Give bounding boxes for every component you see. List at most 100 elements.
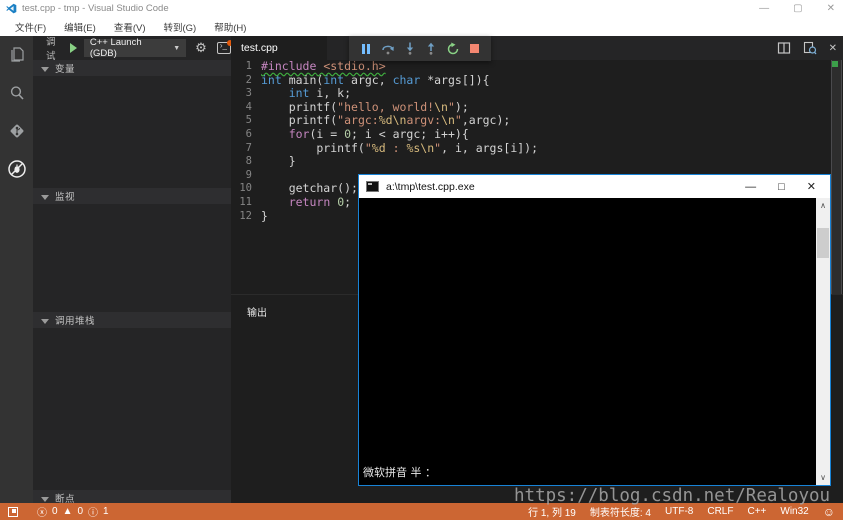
minimize-button[interactable]: —	[759, 3, 769, 14]
code-line[interactable]: 3 int i, k;	[231, 87, 843, 101]
scroll-down-icon[interactable]: ∨	[816, 470, 830, 485]
error-count[interactable]: 0	[52, 506, 58, 517]
tab-label: test.cpp	[241, 42, 278, 54]
code-line[interactable]: 8 }	[231, 155, 843, 169]
start-debug-icon[interactable]	[70, 43, 77, 53]
code-line[interactable]: 2int main(int argc, char *args[]){	[231, 74, 843, 88]
info-icon[interactable]: ⓘ	[88, 504, 98, 519]
status-item[interactable]: C++	[747, 506, 766, 517]
section-header-watch[interactable]: 监视	[33, 188, 231, 204]
scrollbar-thumb[interactable]	[817, 228, 829, 258]
code-line[interactable]: 6 for(i = 0; i < argc; i++){	[231, 128, 843, 142]
line-number: 11	[231, 196, 261, 210]
code-line[interactable]: 4 printf("hello, world!\n");	[231, 101, 843, 115]
section-header-variables[interactable]: 变量	[33, 60, 231, 76]
close-editor-icon[interactable]: ✕	[829, 43, 837, 54]
stop-icon[interactable]	[469, 43, 480, 54]
code-line[interactable]: 7 printf("%d : %s\n", i, args[i]);	[231, 142, 843, 156]
line-number: 1	[231, 60, 261, 74]
line-content: #include <stdio.h>	[261, 60, 386, 74]
settings-gear-icon[interactable]: ⚙	[195, 40, 207, 56]
line-content: }	[261, 155, 296, 169]
step-over-icon[interactable]	[381, 42, 395, 55]
tab-output[interactable]: 输出	[247, 304, 267, 319]
status-item[interactable]: CRLF	[707, 506, 733, 517]
line-content: printf("%d : %s\n", i, args[i]);	[261, 142, 538, 156]
restart-icon[interactable]	[446, 42, 460, 56]
split-editor-icon[interactable]	[777, 41, 791, 55]
chevron-down-icon: ▼	[173, 45, 180, 52]
step-out-icon[interactable]	[425, 42, 437, 55]
status-item[interactable]: Win32	[780, 506, 808, 517]
twistie-icon	[41, 319, 49, 324]
tab-test-cpp[interactable]: test.cpp	[231, 36, 327, 60]
console-title: a:\tmp\test.cpp.exe	[386, 181, 475, 193]
status-item[interactable]: 行 1, 列 19	[528, 504, 576, 519]
console-title-bar[interactable]: a:\tmp\test.cpp.exe — □ ✕	[359, 175, 830, 198]
line-content: getchar();	[261, 182, 358, 196]
menu-item[interactable]: 帮助(H)	[205, 18, 255, 36]
line-number: 8	[231, 155, 261, 169]
maximize-button[interactable]: ▢	[793, 3, 802, 14]
console-minimize-button[interactable]: —	[745, 181, 756, 193]
menu-item[interactable]: 文件(F)	[6, 18, 55, 36]
debug-view-label: 调试	[46, 34, 64, 62]
code-line[interactable]: 5 printf("argc:%d\nargv:\n",argc);	[231, 114, 843, 128]
variables-body	[33, 76, 231, 188]
debug-icon[interactable]	[0, 150, 33, 188]
line-content: int main(int argc, char *args[]){	[261, 74, 490, 88]
step-into-icon[interactable]	[404, 42, 416, 55]
feedback-smiley-icon[interactable]: ☺	[823, 505, 835, 519]
callstack-body	[33, 328, 231, 490]
cmd-window-icon	[366, 181, 379, 192]
twistie-icon	[41, 67, 49, 72]
editor-scrollbar[interactable]	[831, 60, 842, 294]
error-icon[interactable]: ⓧ	[37, 504, 47, 519]
section-header-callstack[interactable]: 调用堆栈	[33, 312, 231, 328]
code-line[interactable]: 1#include <stdio.h>	[231, 60, 843, 74]
info-count[interactable]: 1	[103, 506, 109, 517]
debug-sidebar: 调试 C++ Launch (GDB) ▼ ⚙ 变量 监视 调用堆栈 断点	[33, 36, 231, 503]
menu-item[interactable]: 查看(V)	[105, 18, 155, 36]
line-content: int i, k;	[261, 87, 351, 101]
activity-bar	[0, 36, 33, 503]
console-body[interactable]: 微软拼音 半 ： ∧ ∨	[359, 198, 830, 485]
line-content: for(i = 0; i < argc; i++){	[261, 128, 469, 142]
search-icon[interactable]	[0, 74, 33, 112]
section-label: 变量	[55, 61, 75, 75]
close-button[interactable]: ✕	[827, 3, 835, 14]
line-number: 3	[231, 87, 261, 101]
line-number: 4	[231, 101, 261, 115]
vscode-logo-icon	[6, 3, 17, 14]
warning-count[interactable]: 0	[77, 506, 83, 517]
status-item[interactable]: UTF-8	[665, 506, 693, 517]
menu-bar-items: 文件(F)编辑(E)查看(V)转到(G)帮助(H)	[6, 18, 255, 36]
watermark-text: https://blog.csdn.net/Realoyou	[514, 486, 830, 506]
section-label: 监视	[55, 189, 75, 203]
debug-configuration-select[interactable]: C++ Launch (GDB) ▼	[84, 39, 186, 57]
pause-icon[interactable]	[360, 43, 372, 55]
console-window[interactable]: a:\tmp\test.cpp.exe — □ ✕ 微软拼音 半 ： ∧ ∨	[358, 174, 831, 486]
line-number: 2	[231, 74, 261, 88]
explorer-icon[interactable]	[0, 36, 33, 74]
menu-item[interactable]: 编辑(E)	[55, 18, 105, 36]
status-item[interactable]: 制表符长度: 4	[590, 504, 651, 519]
line-number: 6	[231, 128, 261, 142]
feedback-window-icon[interactable]	[8, 507, 18, 517]
source-control-icon[interactable]	[0, 112, 33, 150]
status-bar-right: 行 1, 列 19 制表符长度: 4 UTF-8 CRLF C++ Win32 ☺	[528, 504, 843, 519]
debug-action-toolbar	[349, 36, 491, 61]
console-maximize-button[interactable]: □	[778, 181, 785, 193]
console-scrollbar[interactable]: ∧ ∨	[816, 198, 830, 485]
warning-icon[interactable]: ▲	[63, 506, 73, 517]
section-label: 调用堆栈	[55, 313, 95, 327]
open-preview-icon[interactable]	[803, 41, 817, 55]
console-close-button[interactable]: ✕	[807, 180, 816, 193]
twistie-icon	[41, 195, 49, 200]
line-number: 9	[231, 169, 261, 183]
scroll-up-icon[interactable]: ∧	[816, 198, 830, 213]
menu-item[interactable]: 转到(G)	[154, 18, 205, 36]
overview-info-marker	[832, 61, 838, 67]
debug-configuration-value: C++ Launch (GDB)	[90, 37, 165, 59]
debug-console-icon[interactable]	[217, 42, 231, 54]
